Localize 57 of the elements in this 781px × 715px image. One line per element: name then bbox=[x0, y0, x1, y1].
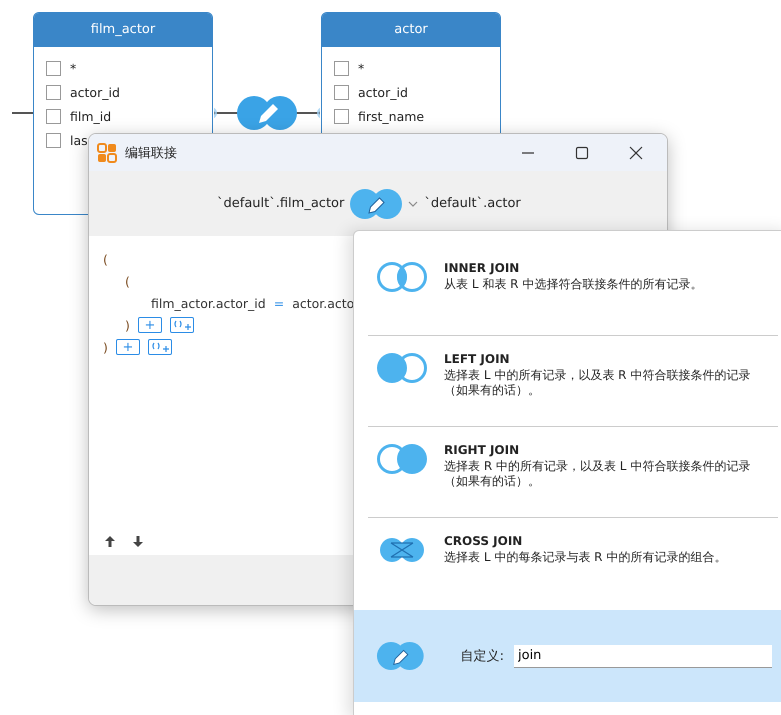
column-name: film_id bbox=[70, 108, 112, 124]
join-description: 选择表 L 中的所有记录，以及表 R 中符合联接条件的记录（如果有的话）。 bbox=[444, 368, 752, 398]
left-table-name: `default`.film_actor bbox=[217, 196, 344, 211]
app-icon bbox=[97, 142, 117, 162]
join-title: RIGHT JOIN bbox=[444, 443, 520, 457]
join-description: 从表 L 和表 R 中选择符合联接条件的所有记录。 bbox=[444, 277, 704, 292]
checkbox[interactable] bbox=[46, 108, 61, 124]
caret-icon[interactable] bbox=[408, 200, 418, 208]
join-description: 选择表 L 中的每条记录与表 R 中的所有记录的组合。 bbox=[444, 550, 728, 565]
custom-join-field[interactable]: join bbox=[514, 644, 772, 668]
move-down-icon[interactable] bbox=[133, 536, 143, 547]
column-name: actor_id bbox=[358, 84, 408, 100]
join-type-icon[interactable] bbox=[350, 188, 402, 218]
parenthesis: ( bbox=[103, 252, 108, 266]
join-title: CROSS JOIN bbox=[444, 534, 524, 548]
maximize-icon[interactable] bbox=[575, 146, 589, 160]
column-name: las bbox=[70, 132, 88, 148]
join-title: INNER JOIN bbox=[444, 261, 520, 275]
custom-label: 自定义: bbox=[460, 648, 504, 665]
checkbox[interactable] bbox=[46, 60, 61, 76]
join-option[interactable]: RIGHT JOIN 选择表 R 中的所有记录，以及表 L 中符合联接条件的记录（如果有的话）。 bbox=[354, 427, 781, 517]
relation-line bbox=[12, 112, 34, 114]
add-group-icon[interactable] bbox=[148, 339, 172, 355]
add-condition-button[interactable]: + bbox=[116, 339, 140, 355]
join-icon bbox=[376, 640, 425, 672]
column-name: actor_id bbox=[70, 84, 120, 100]
column-name: * bbox=[358, 60, 364, 76]
parenthesis: ) bbox=[125, 318, 130, 332]
column-name: first_name bbox=[358, 108, 424, 124]
checkbox[interactable] bbox=[46, 84, 61, 100]
column-name: * bbox=[70, 60, 76, 76]
add-condition-button[interactable]: + bbox=[138, 317, 162, 333]
window-title: 编辑联接 bbox=[125, 144, 177, 162]
parenthesis: ) bbox=[103, 340, 108, 354]
join-description: 选择表 R 中的所有记录，以及表 L 中符合联接条件的记录（如果有的话）。 bbox=[444, 459, 752, 489]
condition-field[interactable]: film_actor.actor_id bbox=[151, 296, 266, 310]
join-icon bbox=[376, 352, 428, 384]
table-title: film_actor bbox=[34, 13, 212, 47]
parenthesis: ( bbox=[125, 274, 130, 288]
join-title: LEFT JOIN bbox=[444, 352, 511, 366]
add-group-icon[interactable] bbox=[170, 317, 194, 333]
join-option[interactable]: INNER JOIN 从表 L 和表 R 中选择符合联接条件的所有记录。 bbox=[354, 245, 781, 335]
condition-field[interactable]: actor.acto bbox=[292, 296, 354, 310]
join-option[interactable]: LEFT JOIN 选择表 L 中的所有记录，以及表 R 中符合联接条件的记录（如果有的话）。 bbox=[354, 336, 781, 426]
table-title: actor bbox=[322, 13, 500, 47]
checkbox[interactable] bbox=[46, 132, 61, 148]
join-option[interactable]: CROSS JOIN 选择表 L 中的每条记录与表 R 中的所有记录的组合。 bbox=[354, 518, 781, 608]
join-option[interactable]: 自定义: join bbox=[354, 610, 781, 702]
checkbox[interactable] bbox=[334, 108, 349, 124]
operator[interactable]: = bbox=[274, 296, 284, 310]
move-up-icon[interactable] bbox=[105, 536, 115, 547]
close-icon[interactable] bbox=[629, 146, 643, 160]
join-icon bbox=[376, 261, 428, 293]
right-table-name: `default`.actor bbox=[424, 196, 521, 211]
checkbox[interactable] bbox=[334, 84, 349, 100]
join-icon bbox=[376, 443, 428, 475]
checkbox[interactable] bbox=[334, 60, 349, 76]
